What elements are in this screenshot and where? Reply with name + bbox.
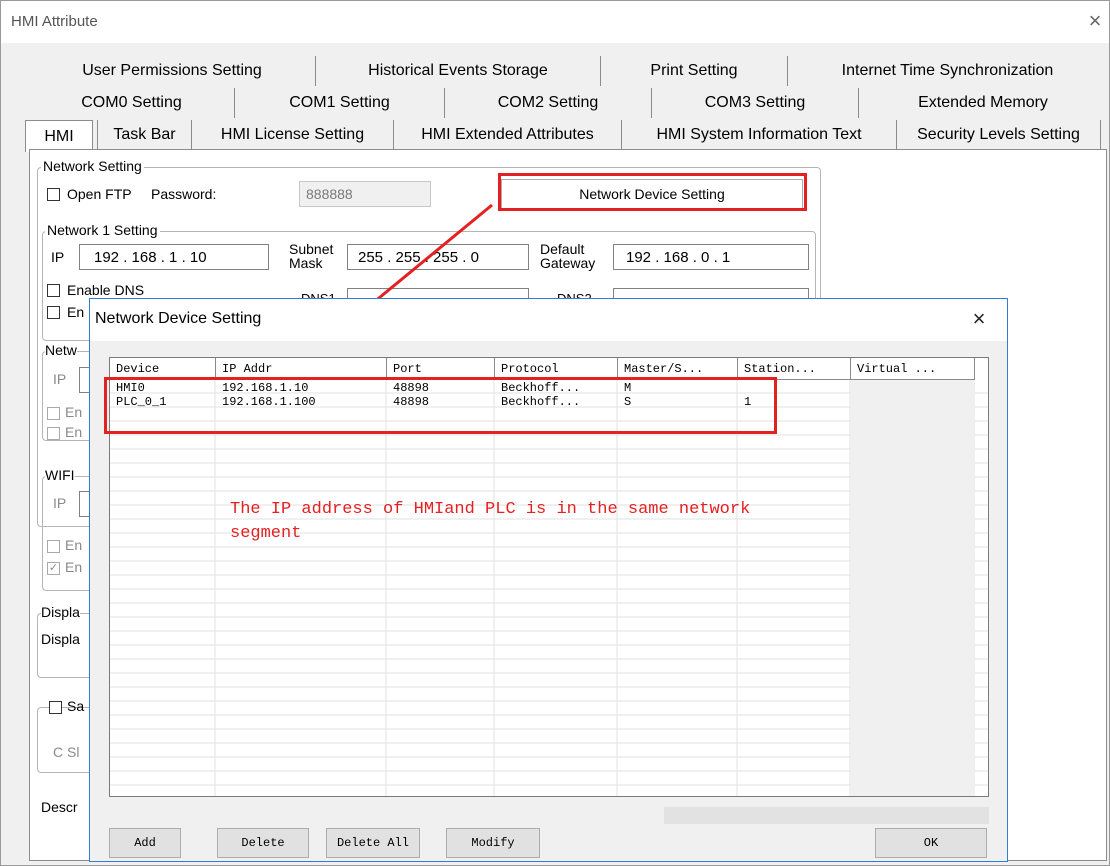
network-device-dialog: Network Device Setting × Device IP Addr …	[89, 298, 1008, 862]
arrow-shaft	[361, 203, 493, 314]
annotation-line-1: The IP address of HMIand PLC is in the s…	[230, 500, 751, 519]
delete-button[interactable]: Delete	[217, 828, 309, 858]
delete-all-button[interactable]: Delete All	[326, 828, 420, 858]
modify-button[interactable]: Modify	[446, 828, 540, 858]
annotation-text: The IP address of HMIand PLC is in the s…	[230, 498, 750, 546]
add-button[interactable]: Add	[109, 828, 181, 858]
highlight-box-rows	[104, 377, 777, 434]
dialog-close-icon[interactable]: ×	[968, 308, 990, 330]
annotation-line-2: segment	[230, 524, 302, 543]
ok-button[interactable]: OK	[875, 828, 987, 858]
horizontal-scrollbar[interactable]	[664, 807, 989, 824]
dialog-title: Network Device Setting	[95, 310, 262, 327]
col-header-virtual[interactable]: Virtual ...	[851, 358, 975, 380]
virtual-column-fill	[851, 380, 975, 796]
dialog-title-bar: Network Device Setting ×	[90, 299, 1007, 341]
